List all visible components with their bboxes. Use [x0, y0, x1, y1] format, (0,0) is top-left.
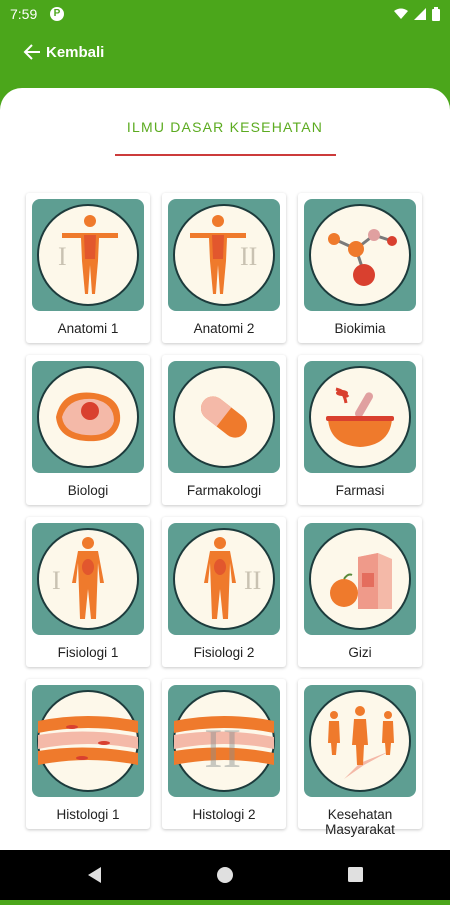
subject-tile [32, 685, 144, 797]
subject-card-fisiologi-2[interactable]: II Fisiologi 2 [162, 517, 286, 667]
nav-home-button[interactable] [195, 850, 255, 900]
subject-tile [32, 361, 144, 473]
physiology-body-icon: II [173, 528, 275, 630]
mortar-pestle-icon [309, 366, 411, 468]
subject-label: Histologi 2 [192, 807, 256, 822]
subject-label: Biokimia [334, 321, 386, 336]
physiology-body-icon: I [37, 528, 139, 630]
wifi-icon [394, 8, 408, 19]
subject-label: Farmakologi [186, 483, 262, 498]
subject-tile [304, 523, 416, 635]
muscle-tissue-icon: II [173, 690, 275, 792]
home-circle-icon [217, 867, 233, 883]
pill-capsule-icon [173, 366, 275, 468]
status-time: 7:59 [10, 6, 38, 22]
content-sheet: ILMU DASAR KESEHATAN I Anatomi 1 II Anat… [0, 88, 450, 850]
subject-card-farmasi[interactable]: Farmasi [298, 355, 422, 505]
numeral-mark: II [240, 242, 257, 271]
subject-tile [304, 361, 416, 473]
subject-label: Biologi [67, 483, 109, 498]
back-button[interactable]: Kembali [22, 42, 104, 62]
numeral-mark: II [244, 566, 261, 595]
back-label: Kembali [46, 43, 105, 61]
molecule-icon [309, 204, 411, 306]
recents-square-icon [348, 867, 363, 882]
subject-card-biologi[interactable]: Biologi [26, 355, 150, 505]
status-bar: 7:59 P [0, 0, 450, 30]
arrow-left-icon [23, 44, 40, 60]
subject-label: Anatomi 1 [57, 321, 119, 336]
subject-tile: II [168, 685, 280, 797]
subject-card-kesehatan-masyarakat[interactable]: Kesehatan Masyarakat [298, 679, 422, 837]
subject-card-fisiologi-1[interactable]: I Fisiologi 1 [26, 517, 150, 667]
subject-label: Kesehatan Masyarakat [325, 807, 395, 837]
subject-label: Fisiologi 2 [193, 645, 255, 660]
subject-tile: II [168, 523, 280, 635]
cell-icon [37, 366, 139, 468]
subject-tile [168, 361, 280, 473]
subject-card-farmakologi[interactable]: Farmakologi [162, 355, 286, 505]
anatomy-body-icon: II [173, 204, 275, 306]
subject-tile: I [32, 199, 144, 311]
back-triangle-icon [88, 867, 101, 883]
numeral-mark: I [52, 566, 61, 595]
nav-recents-button[interactable] [326, 850, 386, 900]
people-group-icon [309, 690, 411, 792]
app-notification-icon: P [50, 7, 64, 21]
nav-back-button[interactable] [65, 850, 125, 900]
status-icons [394, 7, 440, 21]
apple-milk-icon [309, 528, 411, 630]
subject-tile [304, 685, 416, 797]
app-bar: Kembali [0, 30, 450, 85]
subject-card-biokimia[interactable]: Biokimia [298, 193, 422, 343]
anatomy-body-icon: I [37, 204, 139, 306]
subject-label: Histologi 1 [56, 807, 120, 822]
subject-tile: II [168, 199, 280, 311]
signal-icon [414, 8, 426, 20]
subject-tile: I [32, 523, 144, 635]
subject-card-histologi-2[interactable]: II Histologi 2 [162, 679, 286, 829]
numeral-mark: I [58, 242, 67, 271]
title-underline [115, 154, 336, 156]
subject-tile [304, 199, 416, 311]
system-nav-bar [0, 850, 450, 900]
subject-card-gizi[interactable]: Gizi [298, 517, 422, 667]
subject-card-histologi-1[interactable]: Histologi 1 [26, 679, 150, 829]
subject-label: Fisiologi 1 [57, 645, 119, 660]
muscle-tissue-icon [37, 690, 139, 792]
subject-label: Farmasi [335, 483, 385, 498]
page-title: ILMU DASAR KESEHATAN [126, 119, 324, 135]
numeral-mark: II [204, 718, 241, 780]
subject-label: Anatomi 2 [193, 321, 255, 336]
battery-icon [432, 7, 440, 21]
subject-card-anatomi-2[interactable]: II Anatomi 2 [162, 193, 286, 343]
subject-card-anatomi-1[interactable]: I Anatomi 1 [26, 193, 150, 343]
subject-label: Gizi [348, 645, 372, 660]
